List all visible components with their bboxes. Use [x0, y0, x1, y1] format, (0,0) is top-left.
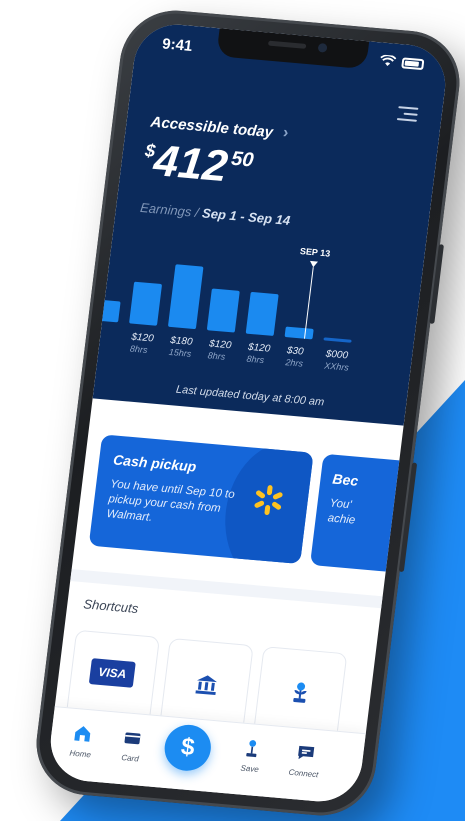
tab-card-label: Card [120, 753, 140, 764]
chevron-right-icon: › [281, 124, 290, 142]
accessible-amount: $ 412 50 [141, 134, 256, 195]
bank-icon [195, 675, 217, 696]
status-time: 9:41 [161, 35, 194, 55]
tab-card[interactable]: Card [105, 726, 159, 765]
amount-cents: 50 [229, 147, 255, 172]
camera [317, 42, 328, 53]
cards-carousel[interactable]: Cash pickup You have until Sep 10 to pic… [73, 413, 404, 589]
chart-hours-label-1: 8hrs [129, 344, 148, 355]
cash-pickup-title: Cash pickup [112, 451, 198, 475]
battery-icon [401, 56, 425, 70]
chart-bar-2[interactable] [168, 264, 204, 330]
next-card-title: Bec [331, 470, 360, 489]
earnings-bar-chart[interactable]: $1208hrs$18015hrs$1208hrs$1208hrs$302hrs… [90, 220, 425, 396]
status-icons [379, 54, 425, 70]
chart-hours-label-4: 8hrs [246, 354, 265, 365]
amount-dollars: 412 [151, 136, 231, 192]
chart-hours-label-3: 8hrs [207, 350, 226, 361]
chart-amount-label-4: $120 [246, 342, 271, 355]
chart-amount-label-5: $30 [285, 345, 304, 357]
earnings-hero: 9:41 Accessible today › $ 412 50 Earning… [90, 21, 450, 426]
chart-marker-label: SEP 13 [299, 246, 330, 259]
next-card-body: You' achie [327, 496, 358, 528]
tab-save-label: Save [240, 763, 260, 775]
chart-bar-4[interactable] [245, 292, 279, 336]
tab-connect-label: Connect [288, 767, 319, 780]
chart-bar-6[interactable] [323, 337, 352, 343]
chart-amount-label-3: $120 [207, 338, 232, 351]
chart-hours-label-5: 2hrs [284, 357, 304, 369]
chart-marker-triangle [309, 260, 318, 268]
chart-hours-label-6: XXhrs [323, 360, 350, 372]
chart-bar-5[interactable] [284, 326, 314, 340]
chart-amount-label-6: $000 [324, 349, 349, 362]
home-icon [74, 726, 91, 742]
earnings-period-dates: Sep 1 - Sep 14 [201, 205, 292, 228]
chart-amount-label-1: $120 [130, 332, 155, 345]
wallet-icon [124, 732, 141, 745]
chart-hours-label-2: 15hrs [168, 347, 192, 359]
walmart-spark-icon [254, 485, 283, 515]
visa-card-icon: VISA [88, 658, 136, 688]
next-card-body-line2: achie [327, 512, 356, 527]
chart-amount-label-2: $180 [169, 335, 194, 348]
tab-save[interactable]: Save [224, 736, 278, 775]
earnings-label: Earnings / [139, 200, 200, 220]
speaker [267, 40, 307, 49]
tab-connect[interactable]: Connect [278, 741, 332, 780]
chart-marker-line [303, 267, 314, 339]
chart-bar-1[interactable] [129, 281, 162, 326]
savings-plant-icon [293, 682, 307, 703]
chat-icon [298, 745, 315, 760]
pay-button[interactable]: $ [162, 722, 214, 773]
save-plant-icon [246, 740, 257, 758]
chart-bar-3[interactable] [207, 288, 240, 333]
cash-pickup-card[interactable]: Cash pickup You have until Sep 10 to pic… [88, 434, 314, 565]
menu-icon[interactable] [396, 102, 419, 126]
tab-home[interactable]: Home [55, 722, 109, 761]
wifi-icon [380, 54, 397, 67]
tab-home-label: Home [69, 748, 92, 760]
shortcuts-title: Shortcuts [82, 596, 140, 617]
